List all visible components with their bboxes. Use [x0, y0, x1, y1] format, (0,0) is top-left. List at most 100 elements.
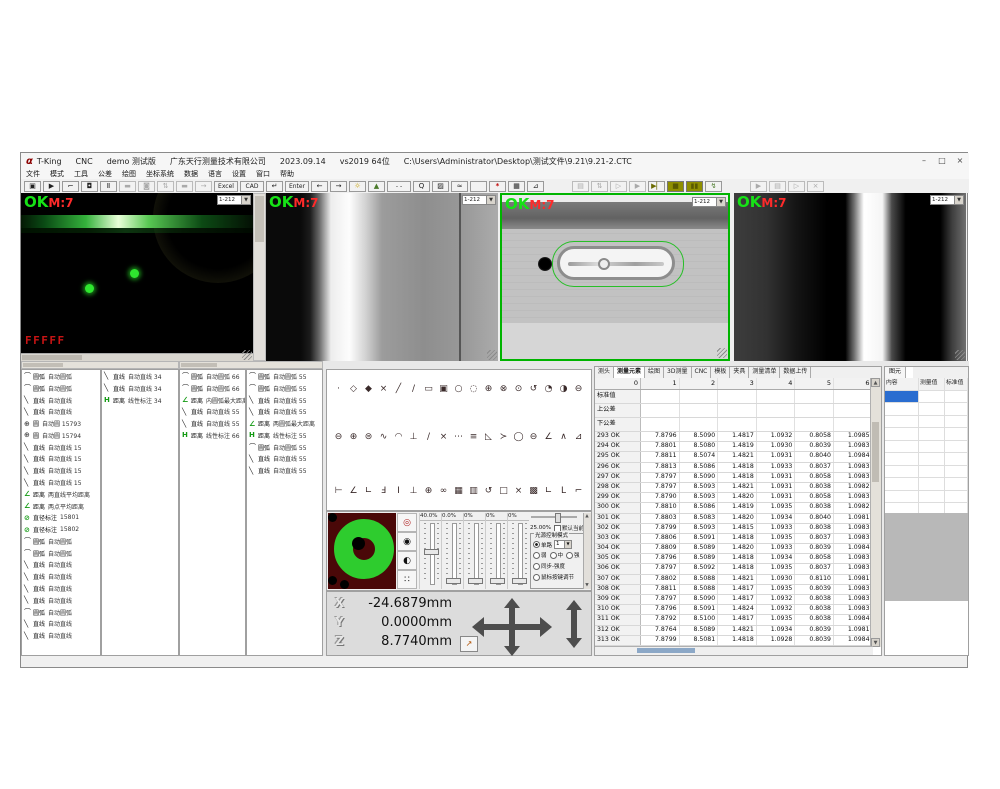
- options-scrollbar[interactable]: ▲▼: [583, 513, 591, 589]
- palette-tool-icon[interactable]: ≻: [496, 430, 511, 444]
- list-item[interactable]: ⊕圆自动圆 15794: [22, 430, 100, 441]
- toolbar-button[interactable]: ⇅: [591, 181, 608, 192]
- palette-tool-icon[interactable]: □: [496, 484, 511, 498]
- results-tab[interactable]: 3D测量: [664, 367, 691, 378]
- palette-tool-icon[interactable]: Ⅎ: [376, 484, 391, 498]
- list-item[interactable]: ∠距离内圆弧最大距离: [180, 395, 245, 406]
- result-row[interactable]: 296 OK7.88138.50861.48181.09330.80371.09…: [595, 463, 873, 473]
- camera-view-1[interactable]: OKM:7 1-212▼ FFFFF: [21, 193, 253, 361]
- camera-view-3-selected[interactable]: OKM:7 1-212▼: [500, 193, 730, 361]
- result-row[interactable]: 310 OK7.87968.50911.48241.09320.80381.09…: [595, 605, 873, 615]
- result-row[interactable]: 308 OK7.88118.50881.48171.09350.80391.09…: [595, 585, 873, 595]
- slider-track[interactable]: [518, 523, 523, 585]
- list-item[interactable]: ╲直线自动直线 15: [22, 465, 100, 476]
- list-item[interactable]: ╲直线自动直线 15: [22, 442, 100, 453]
- result-row[interactable]: 295 OK7.88118.50741.48211.09310.80401.09…: [595, 452, 873, 462]
- palette-tool-icon[interactable]: ×: [436, 430, 451, 444]
- toolbar-button[interactable]: Ⅱ: [100, 181, 117, 192]
- menu-item[interactable]: 数据: [184, 169, 198, 179]
- results-hscrollbar[interactable]: [595, 646, 873, 655]
- slider-thumb[interactable]: [446, 578, 461, 584]
- light-slider[interactable]: 0%: [507, 513, 529, 589]
- level-radio[interactable]: [566, 552, 573, 559]
- toolbar-button[interactable]: ▶: [750, 181, 767, 192]
- light-mode-icon[interactable]: ◉: [397, 532, 417, 551]
- element-row[interactable]: [885, 428, 968, 441]
- palette-tool-icon[interactable]: ∟: [361, 484, 376, 498]
- list-item[interactable]: ⊘直径标注15801: [22, 513, 100, 524]
- light-slider[interactable]: 0%: [463, 513, 485, 589]
- palette-tool-icon[interactable]: ◠: [391, 430, 406, 444]
- result-row[interactable]: 313 OK7.87998.50811.48181.09280.80391.09…: [595, 636, 873, 646]
- camera3-resize-grip[interactable]: [717, 348, 727, 358]
- slider-thumb[interactable]: [424, 549, 439, 555]
- list-item[interactable]: ∠距离两点平均距离: [22, 501, 100, 512]
- channel-radio[interactable]: [533, 541, 540, 548]
- result-row[interactable]: 303 OK7.88068.50911.48181.09350.80371.09…: [595, 534, 873, 544]
- results-tab[interactable]: CNC: [692, 367, 712, 378]
- palette-tool-icon[interactable]: ▥: [466, 484, 481, 498]
- palette-tool-icon[interactable]: ⊢: [331, 484, 346, 498]
- list-item[interactable]: ╲直线自动直线 55: [180, 407, 245, 418]
- toolbar-button[interactable]: ▶: [43, 181, 60, 192]
- palette-tool-icon[interactable]: ⌐: [571, 484, 586, 498]
- camera1-lens-selector[interactable]: 1-212▼: [217, 195, 251, 205]
- toolbar-button[interactable]: ☼: [349, 181, 366, 192]
- list-item[interactable]: H距离线性标注 66: [180, 430, 245, 441]
- menu-item[interactable]: 语言: [208, 169, 222, 179]
- result-row[interactable]: 299 OK7.87908.50931.48201.09310.80581.09…: [595, 493, 873, 503]
- palette-tool-icon[interactable]: ⊖: [526, 430, 541, 444]
- palette-tool-icon[interactable]: ∟: [541, 484, 556, 498]
- element-row[interactable]: [885, 453, 968, 466]
- result-row[interactable]: 297 OK7.87978.50901.48181.09310.80581.09…: [595, 473, 873, 483]
- result-row[interactable]: 293 OK7.87968.50901.48171.09320.80581.09…: [595, 432, 873, 442]
- results-tab[interactable]: 模板: [711, 367, 730, 378]
- light-slider[interactable]: 0%: [485, 513, 507, 589]
- level-radio[interactable]: [550, 552, 557, 559]
- toolbar-button[interactable]: Q: [413, 181, 430, 192]
- list-item[interactable]: ╲直线自动直线 34: [102, 371, 178, 382]
- list-item[interactable]: H距离线性标注 34: [102, 395, 178, 406]
- camera2-lens-selector[interactable]: 1-212▼: [462, 195, 496, 205]
- palette-tool-icon[interactable]: ⊗: [496, 382, 511, 396]
- light-ring-control[interactable]: [328, 513, 396, 589]
- list-item[interactable]: ⌒圆弧自动圆弧: [22, 548, 100, 559]
- result-row[interactable]: 301 OK7.88038.50831.48201.09340.80401.09…: [595, 514, 873, 524]
- list-item[interactable]: ∠距离两圆弧最大距离: [247, 418, 322, 429]
- result-row[interactable]: 307 OK7.88028.50881.48211.09300.81101.09…: [595, 575, 873, 585]
- camera3-lens-selector[interactable]: 1-212▼: [692, 197, 726, 207]
- element-grid[interactable]: 内容测量值标准值: [885, 378, 968, 516]
- palette-tool-icon[interactable]: ◇: [346, 382, 361, 396]
- palette-tool-icon[interactable]: ·: [331, 382, 346, 396]
- element-row[interactable]: [885, 441, 968, 454]
- element-row[interactable]: [885, 466, 968, 479]
- camera-view-2[interactable]: OKM:7 1-212▼: [266, 193, 498, 361]
- toolbar-button[interactable]: →: [330, 181, 347, 192]
- toolbar-button[interactable]: *: [489, 181, 506, 192]
- palette-tool-icon[interactable]: ◺: [481, 430, 496, 444]
- list-item[interactable]: ╲直线自动直线 15: [22, 454, 100, 465]
- list-item[interactable]: ⌒圆弧自动圆弧 66: [180, 371, 245, 382]
- element-row[interactable]: [885, 478, 968, 491]
- slider-track[interactable]: [452, 523, 457, 585]
- list-item[interactable]: ⊘直径标注15802: [22, 524, 100, 535]
- palette-tool-icon[interactable]: ◔: [541, 382, 556, 396]
- palette-tool-icon[interactable]: ◑: [556, 382, 571, 396]
- results-tab[interactable]: 测头: [595, 367, 614, 378]
- toolbar-button[interactable]: [470, 181, 487, 192]
- list-item[interactable]: ⌒圆弧自动圆弧 55: [247, 371, 322, 382]
- camera1-scrollbar[interactable]: [21, 353, 253, 361]
- toolbar-button[interactable]: ▬: [119, 181, 136, 192]
- camera4-resize-grip[interactable]: [955, 350, 965, 360]
- toolbar-button[interactable]: ▶: [629, 181, 646, 192]
- result-row[interactable]: 300 OK7.88108.50861.48191.09350.80381.09…: [595, 503, 873, 513]
- slider-thumb[interactable]: [490, 578, 505, 584]
- palette-tool-icon[interactable]: ▣: [436, 382, 451, 396]
- palette-tool-icon[interactable]: ⊜: [361, 430, 376, 444]
- toolbar-button[interactable]: ▲: [368, 181, 385, 192]
- palette-tool-icon[interactable]: ╱: [391, 382, 406, 396]
- toolbar-button[interactable]: CAD: [240, 181, 264, 192]
- palette-tool-icon[interactable]: ∕: [406, 382, 421, 396]
- palette-tool-icon[interactable]: ⊿: [571, 430, 586, 444]
- results-grid[interactable]: 0123456标准值上公差下公差293 OK7.87968.50901.4817…: [595, 378, 873, 647]
